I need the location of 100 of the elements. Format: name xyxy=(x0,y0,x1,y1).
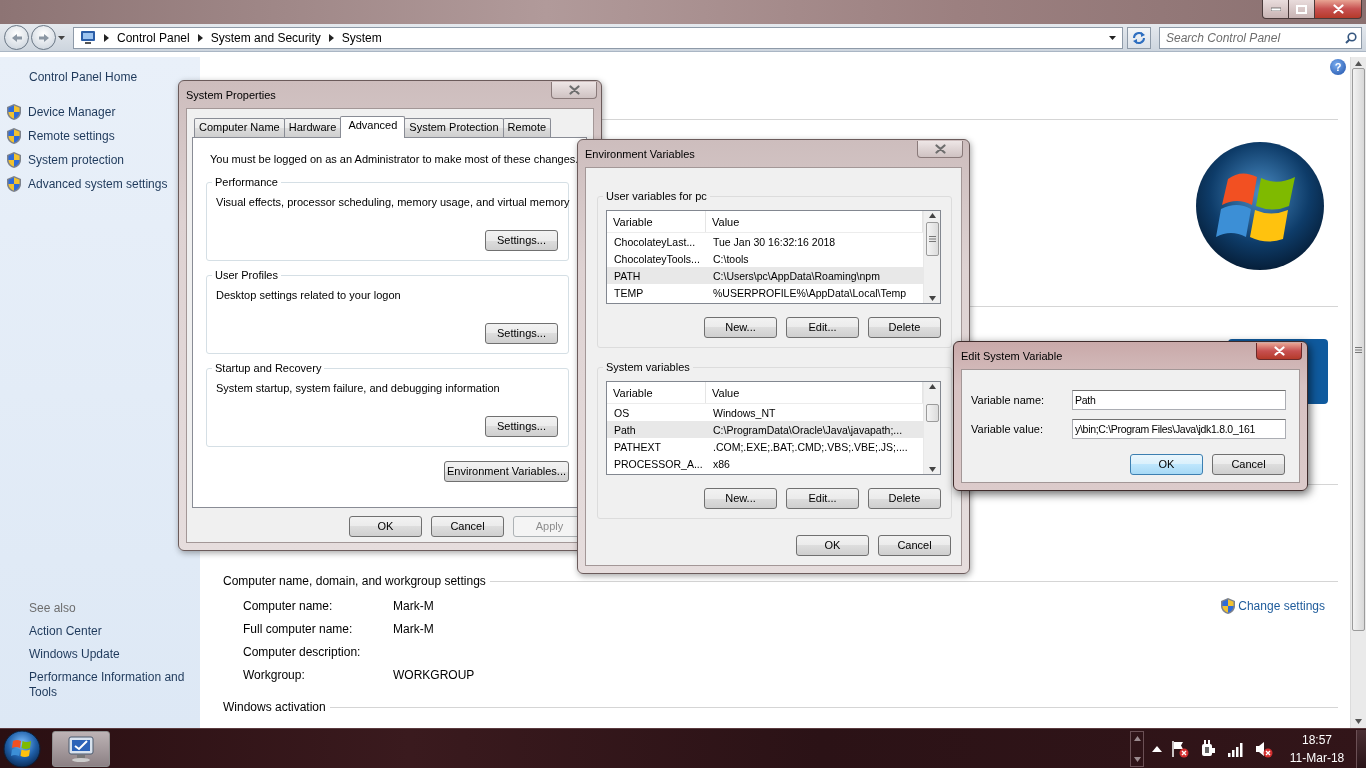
sidebar-link[interactable]: Windows Update xyxy=(29,647,194,662)
recent-pages-icon[interactable] xyxy=(58,35,65,40)
group-title: Performance xyxy=(212,175,281,189)
sidebar-link[interactable]: Action Center xyxy=(29,624,194,639)
close-button[interactable] xyxy=(1315,0,1362,19)
shield-icon xyxy=(6,127,22,145)
breadcrumb-item[interactable]: System xyxy=(341,30,382,45)
group-title: System variables xyxy=(603,360,693,374)
breadcrumb-item[interactable]: Control Panel xyxy=(117,30,190,45)
refresh-icon xyxy=(1132,31,1146,44)
shield-icon xyxy=(6,175,22,193)
table-cell-text: %USERPROFILE%\AppData\Local\Temp xyxy=(712,285,908,300)
scrollbar[interactable] xyxy=(923,382,940,474)
search-icon[interactable] xyxy=(1345,31,1357,44)
settings-button[interactable]: Settings... xyxy=(485,230,558,251)
address-bar[interactable]: Control Panel System and Security System xyxy=(73,26,1123,49)
forward-arrow-icon xyxy=(37,32,50,43)
list-row[interactable]: PROCESSOR_A... x86 xyxy=(607,455,923,472)
field-label: Computer name: xyxy=(243,598,334,613)
up-arrow-icon xyxy=(928,213,936,218)
clock-date[interactable]: 11-Mar-18 xyxy=(1286,748,1348,767)
sidebar-link[interactable]: Performance Information and Tools xyxy=(29,670,194,700)
table-cell-text: C:\tools xyxy=(712,251,750,266)
field-label: Full computer name: xyxy=(243,621,354,636)
scrollbar[interactable] xyxy=(923,211,940,303)
tab[interactable]: Remote xyxy=(502,118,552,137)
dialog-button[interactable]: OK xyxy=(1130,454,1203,475)
table-cell-text: C:\ProgramData\Oracle\Java\javapath;... xyxy=(712,422,904,437)
close-button[interactable] xyxy=(1256,343,1302,360)
taskbar-button[interactable] xyxy=(52,730,110,767)
field-label: Computer description: xyxy=(243,644,362,659)
dialog-button[interactable]: Cancel xyxy=(1212,454,1285,475)
section-label: See also xyxy=(29,601,77,615)
list-row[interactable]: PATHEXT .COM;.EXE;.BAT;.CMD;.VBS;.VBE;.JS;.... xyxy=(607,438,923,455)
dropdown-icon[interactable] xyxy=(1109,35,1116,40)
chevron-icon[interactable] xyxy=(197,33,203,42)
taskbar-scroll[interactable] xyxy=(1130,730,1144,767)
scroll-thumb[interactable] xyxy=(1352,68,1365,631)
list-row[interactable]: ChocolateyLast... Tue Jan 30 16:32:16 2018 xyxy=(607,233,923,250)
list-action-button[interactable]: Delete xyxy=(868,488,941,509)
environment-variables-button[interactable]: Environment Variables... xyxy=(444,461,569,482)
list-action-button[interactable]: New... xyxy=(704,317,777,338)
list-action-button[interactable]: Delete xyxy=(868,317,941,338)
input-field[interactable]: Path xyxy=(1072,390,1286,410)
breadcrumb-item[interactable]: System and Security xyxy=(210,30,321,45)
shield-icon xyxy=(6,103,22,121)
list-row[interactable]: ChocolateyTools... C:\tools xyxy=(607,250,923,267)
column-header[interactable]: Variable xyxy=(607,211,706,232)
show-hidden-icons-button[interactable] xyxy=(1152,745,1162,752)
maximize-button[interactable] xyxy=(1289,0,1315,19)
list-action-button[interactable]: Edit... xyxy=(786,488,859,509)
input-field[interactable]: y\bin;C:\Program Files\Java\jdk1.8.0_161 xyxy=(1072,419,1286,439)
tab[interactable]: Computer Name xyxy=(194,118,285,137)
close-icon xyxy=(1332,4,1344,14)
list-row[interactable]: Path C:\ProgramData\Oracle\Java\javapath;... xyxy=(607,421,923,438)
change-settings-link[interactable]: Change settings xyxy=(1220,596,1325,615)
refresh-button[interactable] xyxy=(1127,26,1151,49)
chevron-icon[interactable] xyxy=(328,33,334,42)
down-arrow-icon xyxy=(1133,756,1141,762)
forward-button[interactable] xyxy=(31,25,56,50)
list-row[interactable]: TEMP %USERPROFILE%\AppData\Local\Temp xyxy=(607,284,923,301)
field-value: Mark-M xyxy=(393,621,434,636)
dialog-button[interactable]: OK xyxy=(796,535,869,556)
list-row[interactable]: OS Windows_NT xyxy=(607,404,923,421)
table-cell-text: ChocolateyLast... xyxy=(613,234,697,249)
start-button[interactable] xyxy=(2,728,42,768)
chevron-icon[interactable] xyxy=(104,33,109,42)
settings-button[interactable]: Settings... xyxy=(485,416,558,437)
scroll-thumb[interactable] xyxy=(925,222,939,256)
dialog-button[interactable]: OK xyxy=(349,516,422,537)
list-action-button[interactable]: Edit... xyxy=(786,317,859,338)
column-header[interactable]: Variable xyxy=(607,382,706,403)
minimize-button[interactable] xyxy=(1262,0,1289,19)
flag-icon[interactable] xyxy=(1170,738,1190,759)
tab[interactable]: Hardware xyxy=(283,118,342,137)
back-button[interactable] xyxy=(4,25,29,50)
notice-text: You must be logged on as an Administrator to make most of these changes. xyxy=(209,152,580,166)
dialog-title: System Properties xyxy=(186,88,276,102)
group-description: System startup, system failure, and debugging information xyxy=(216,381,500,395)
sidebar-link[interactable]: Control Panel Home xyxy=(0,70,200,84)
list-action-button[interactable]: New... xyxy=(704,488,777,509)
down-arrow-icon xyxy=(928,296,936,301)
table-cell-text: ChocolateyTools... xyxy=(613,251,701,266)
close-icon xyxy=(934,144,946,154)
shield-icon xyxy=(6,151,22,169)
table-cell-text: x86 xyxy=(712,456,731,471)
search-field[interactable]: Search Control Panel xyxy=(1159,26,1362,49)
tab[interactable]: System Protection xyxy=(404,118,504,137)
tab[interactable]: Advanced xyxy=(340,116,406,138)
minimize-icon xyxy=(1270,7,1281,11)
sidebar-link[interactable]: Advanced system settings xyxy=(0,172,200,196)
table-cell-text: .COM;.EXE;.BAT;.CMD;.VBS;.VBE;.JS;.... xyxy=(712,439,909,454)
dialog-button[interactable]: Cancel xyxy=(878,535,951,556)
scroll-thumb[interactable] xyxy=(925,404,939,422)
group-title: User variables for pc xyxy=(603,189,710,203)
list-row[interactable]: PATH C:\Users\pc\AppData\Roaming\npm xyxy=(607,267,923,284)
clock-time[interactable]: 18:57 xyxy=(1286,730,1348,749)
dialog-button[interactable]: Cancel xyxy=(431,516,504,537)
sidebar-link[interactable]: System protection xyxy=(0,148,200,172)
settings-button[interactable]: Settings... xyxy=(485,323,558,344)
